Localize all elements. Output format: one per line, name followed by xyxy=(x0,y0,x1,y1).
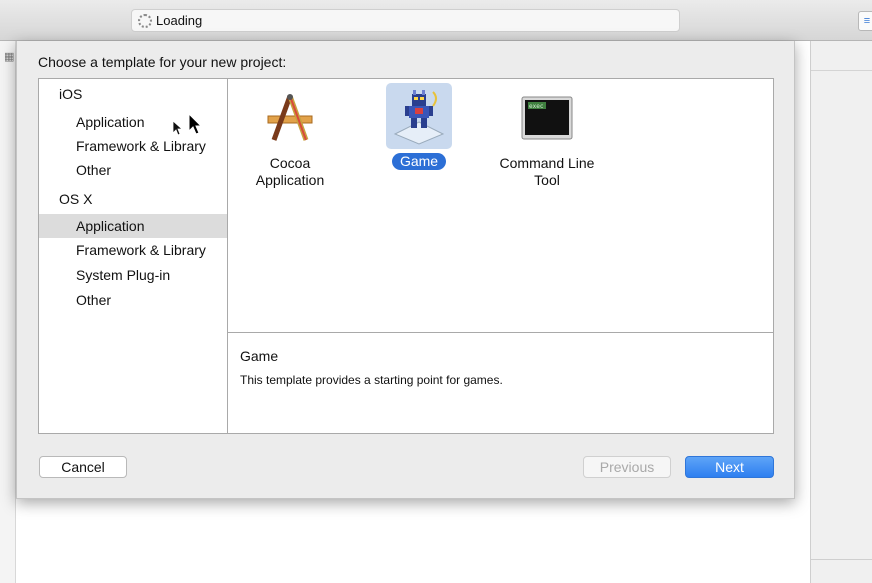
navigator-pane: ▦ xyxy=(0,41,16,583)
sidebar-item-osx-other[interactable]: Other xyxy=(39,288,227,312)
sheet-title: Choose a template for your new project: xyxy=(38,54,287,70)
cancel-button[interactable]: Cancel xyxy=(39,456,127,478)
divider xyxy=(811,70,872,71)
spinner-icon xyxy=(138,13,152,28)
description-text: This template provides a starting point … xyxy=(240,373,503,387)
template-cocoa-application[interactable]: Cocoa Application xyxy=(229,85,351,189)
terminal-icon: exec xyxy=(514,85,580,151)
template-grid: Cocoa Application Game exec Command Line… xyxy=(228,79,773,333)
description-title: Game xyxy=(240,348,279,364)
next-button[interactable]: Next xyxy=(685,456,774,478)
sidebar-item-ios-other[interactable]: Other xyxy=(39,158,227,182)
activity-text: Loading xyxy=(156,13,203,28)
game-icon xyxy=(386,83,452,149)
template-game[interactable]: Game xyxy=(358,83,480,170)
divider xyxy=(811,559,872,560)
sidebar-item-osx-framework-library[interactable]: Framework & Library xyxy=(39,238,227,262)
template-label: Game xyxy=(391,153,447,170)
cocoa-app-icon xyxy=(257,85,323,151)
sidebar-item-ios-framework-library[interactable]: Framework & Library xyxy=(39,134,227,158)
previous-button[interactable]: Previous xyxy=(583,456,671,478)
sidebar-header-ios: iOS xyxy=(59,86,83,102)
new-project-sheet: Choose a template for your new project: … xyxy=(16,41,795,499)
sidebar-item-osx-system-plugin[interactable]: System Plug-in xyxy=(39,263,227,287)
template-label: Command Line Tool xyxy=(499,155,595,188)
template-chooser: iOS Application Framework & Library Othe… xyxy=(38,78,774,434)
terminal-icon-text: exec xyxy=(529,103,544,110)
window-toolbar: Loading ≡ xyxy=(0,0,872,41)
activity-viewer: Loading xyxy=(131,9,680,32)
sidebar-item-osx-application[interactable]: Application xyxy=(39,214,227,238)
cursor-shadow-icon xyxy=(172,120,182,136)
utilities-pane xyxy=(810,41,872,583)
sidebar-header-osx: OS X xyxy=(59,191,93,207)
template-command-line-tool[interactable]: exec Command Line Tool xyxy=(486,85,608,189)
mouse-cursor-icon xyxy=(188,113,202,135)
template-label: Cocoa Application xyxy=(255,155,325,188)
grid-icon[interactable]: ▦ xyxy=(4,50,14,63)
utilities-toggle-icon[interactable]: ≡ xyxy=(858,11,872,31)
template-description: Game This template provides a starting p… xyxy=(228,334,773,433)
